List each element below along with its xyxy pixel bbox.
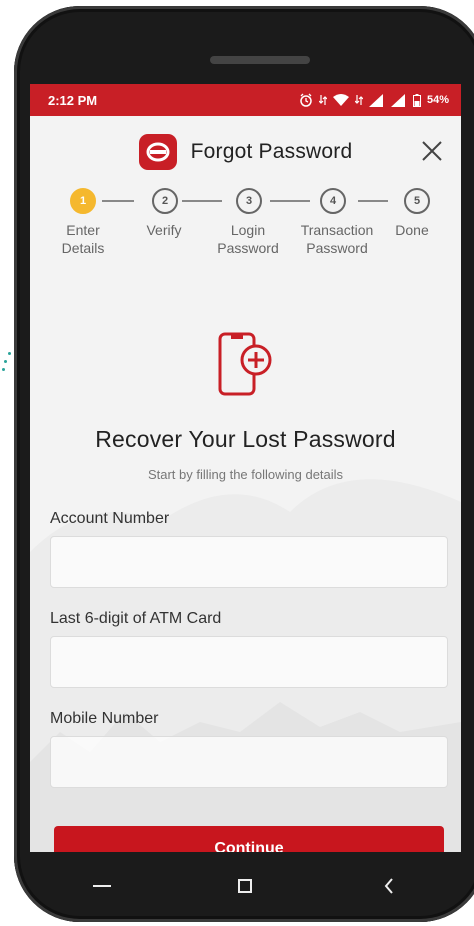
step-4-indicator: 4 — [320, 188, 346, 214]
hero-title: Recover Your Lost Password — [95, 426, 396, 452]
bank-logo-icon — [138, 134, 177, 170]
step-connector — [270, 200, 310, 202]
page-header: Forgot Password — [30, 116, 461, 188]
atm-card-field[interactable] — [50, 636, 448, 688]
recent-apps-button[interactable] — [82, 866, 122, 906]
account-number-field[interactable] — [50, 536, 448, 588]
status-time: 2:12 PM — [48, 92, 98, 108]
atm-card-label: Last 6-digit of ATM Card — [50, 610, 222, 627]
step-connector — [102, 200, 134, 202]
battery-percent: 54% — [426, 94, 449, 106]
data-arrows-icon — [354, 95, 363, 105]
minus-icon — [92, 885, 111, 887]
decorative-dot — [2, 368, 5, 371]
signal-icon — [368, 93, 383, 107]
page-title: Forgot Password — [190, 140, 353, 163]
home-button[interactable] — [225, 866, 265, 906]
step-2-label: Verify — [146, 222, 182, 238]
account-number-label: Account Number — [50, 510, 170, 527]
step-3-indicator: 3 — [236, 188, 262, 214]
step-1-label: Enter Details — [61, 222, 105, 256]
status-bar: 2:12 PM 54% — [30, 84, 461, 116]
chevron-left-icon — [384, 878, 393, 894]
step-5-indicator: 5 — [404, 188, 430, 214]
step-connector — [358, 200, 388, 202]
step-5-label: Done — [395, 222, 429, 238]
hero-section: Recover Your Lost Password Start by fill… — [30, 332, 461, 482]
mobile-number-field[interactable] — [50, 736, 448, 788]
close-icon[interactable] — [419, 138, 445, 164]
mobile-add-icon — [218, 332, 271, 396]
wifi-icon — [332, 94, 349, 106]
continue-button[interactable]: Continue — [54, 826, 444, 852]
step-1-indicator: 1 — [70, 188, 96, 214]
recovery-form: Account Number Last 6-digit of ATM Card … — [30, 510, 461, 788]
battery-icon — [412, 93, 421, 107]
android-nav-bar — [30, 852, 461, 920]
mobile-number-label: Mobile Number — [50, 710, 159, 727]
status-icons: 54% — [299, 93, 449, 107]
step-2-indicator: 2 — [152, 188, 178, 214]
hero-subtitle: Start by filling the following details — [147, 467, 344, 482]
step-connector — [182, 200, 222, 202]
step-3-label: Login Password — [217, 222, 279, 256]
speaker-grille — [210, 56, 310, 64]
alarm-icon — [300, 93, 312, 107]
back-button[interactable] — [369, 866, 409, 906]
decorative-dot — [8, 352, 11, 355]
app-screen: 2:12 PM 54% Forgot Password 1 2 3 4 5 En… — [30, 84, 461, 852]
progress-stepper: 1 2 3 4 5 Enter Details Verify Login Pas… — [30, 188, 461, 268]
data-arrows-icon — [318, 95, 327, 105]
square-icon — [238, 879, 253, 893]
decorative-dot — [4, 360, 7, 363]
signal-icon — [390, 93, 405, 107]
